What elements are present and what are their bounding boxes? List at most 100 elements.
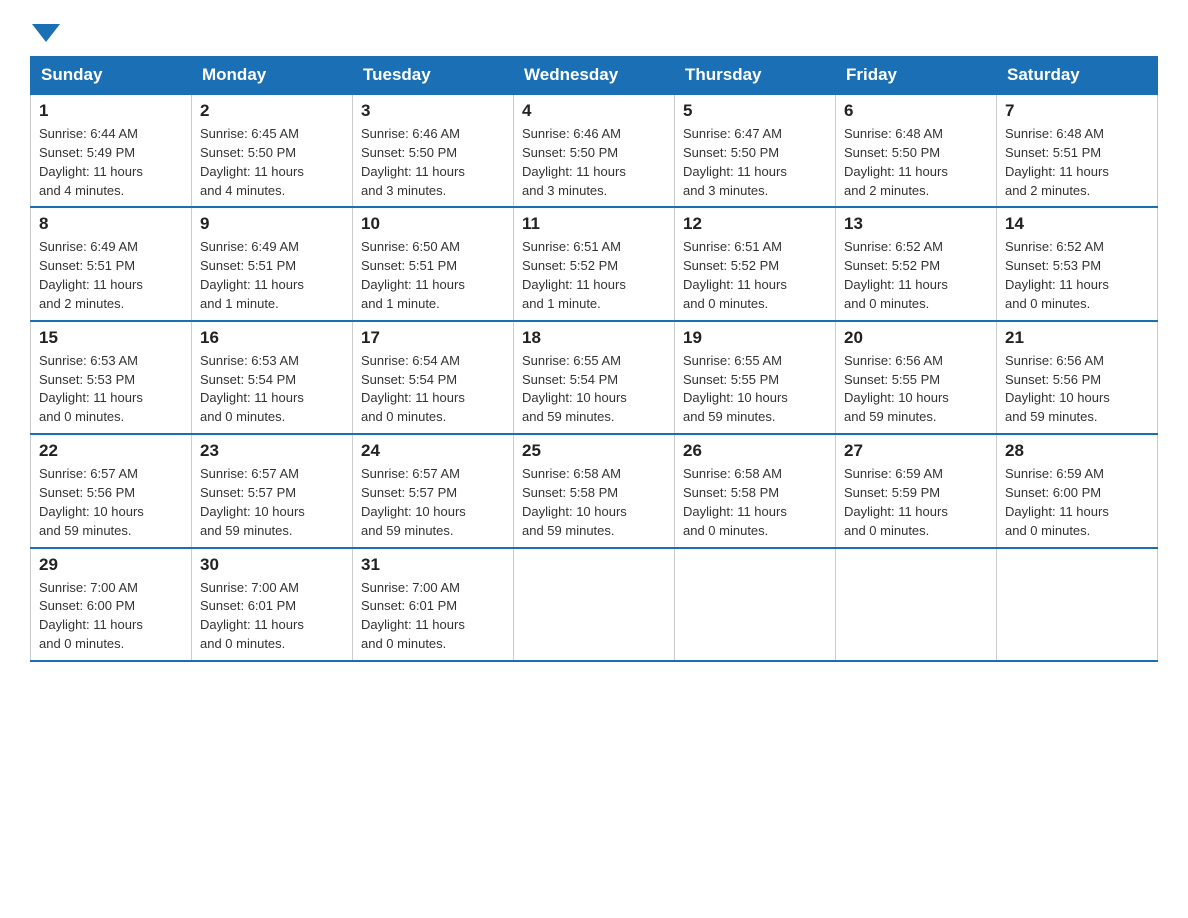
day-number: 9	[200, 214, 344, 234]
day-info: Sunrise: 6:45 AMSunset: 5:50 PMDaylight:…	[200, 125, 344, 200]
day-number: 12	[683, 214, 827, 234]
day-info: Sunrise: 6:53 AMSunset: 5:54 PMDaylight:…	[200, 352, 344, 427]
calendar-cell: 8Sunrise: 6:49 AMSunset: 5:51 PMDaylight…	[31, 207, 192, 320]
header-thursday: Thursday	[675, 57, 836, 95]
calendar-cell	[514, 548, 675, 661]
day-info: Sunrise: 7:00 AMSunset: 6:01 PMDaylight:…	[200, 579, 344, 654]
day-info: Sunrise: 6:56 AMSunset: 5:55 PMDaylight:…	[844, 352, 988, 427]
day-info: Sunrise: 6:59 AMSunset: 6:00 PMDaylight:…	[1005, 465, 1149, 540]
calendar-week-row: 29 Sunrise: 7:00 AMSunset: 6:00 PMDayligh…	[31, 548, 1158, 661]
day-info: Sunrise: 6:53 AMSunset: 5:53 PMDaylight:…	[39, 352, 183, 427]
header-friday: Friday	[836, 57, 997, 95]
day-number: 26	[683, 441, 827, 461]
day-number: 5	[683, 101, 827, 121]
calendar-cell: 29 Sunrise: 7:00 AMSunset: 6:00 PMDayligh…	[31, 548, 192, 661]
calendar-cell: 12 Sunrise: 6:51 AMSunset: 5:52 PMDayligh…	[675, 207, 836, 320]
day-number: 25	[522, 441, 666, 461]
day-number: 2	[200, 101, 344, 121]
day-number: 17	[361, 328, 505, 348]
day-info: Sunrise: 7:00 AMSunset: 6:01 PMDaylight:…	[361, 579, 505, 654]
calendar-cell: 27 Sunrise: 6:59 AMSunset: 5:59 PMDayligh…	[836, 434, 997, 547]
day-info: Sunrise: 6:51 AMSunset: 5:52 PMDaylight:…	[683, 238, 827, 313]
day-number: 3	[361, 101, 505, 121]
calendar-cell: 30 Sunrise: 7:00 AMSunset: 6:01 PMDayligh…	[192, 548, 353, 661]
calendar-cell: 4 Sunrise: 6:46 AMSunset: 5:50 PMDaylight…	[514, 94, 675, 207]
day-number: 10	[361, 214, 505, 234]
calendar-week-row: 8 Sunrise: 6:49 AMSunset: 5:51 PMDaylight…	[31, 207, 1158, 320]
calendar-cell: 31Sunrise: 7:00 AMSunset: 6:01 PMDayligh…	[353, 548, 514, 661]
day-number: 1	[39, 101, 183, 121]
day-info: Sunrise: 6:57 AMSunset: 5:57 PMDaylight:…	[200, 465, 344, 540]
calendar-cell: 21 Sunrise: 6:56 AMSunset: 5:56 PMDayligh…	[997, 321, 1158, 434]
calendar-cell: 20Sunrise: 6:56 AMSunset: 5:55 PMDayligh…	[836, 321, 997, 434]
calendar-cell: 9 Sunrise: 6:49 AMSunset: 5:51 PMDaylight…	[192, 207, 353, 320]
day-info: Sunrise: 6:49 AMSunset: 5:51 PMDaylight:…	[200, 238, 344, 313]
day-number: 21	[1005, 328, 1149, 348]
calendar-cell	[997, 548, 1158, 661]
day-number: 22	[39, 441, 183, 461]
calendar-cell: 22Sunrise: 6:57 AMSunset: 5:56 PMDayligh…	[31, 434, 192, 547]
day-info: Sunrise: 6:48 AMSunset: 5:50 PMDaylight:…	[844, 125, 988, 200]
logo-arrow-icon	[32, 24, 60, 42]
calendar-cell: 19 Sunrise: 6:55 AMSunset: 5:55 PMDayligh…	[675, 321, 836, 434]
header-sunday: Sunday	[31, 57, 192, 95]
calendar-cell: 14Sunrise: 6:52 AMSunset: 5:53 PMDayligh…	[997, 207, 1158, 320]
header-tuesday: Tuesday	[353, 57, 514, 95]
day-info: Sunrise: 6:48 AMSunset: 5:51 PMDaylight:…	[1005, 125, 1149, 200]
calendar-cell: 11Sunrise: 6:51 AMSunset: 5:52 PMDayligh…	[514, 207, 675, 320]
calendar-cell: 24 Sunrise: 6:57 AMSunset: 5:57 PMDayligh…	[353, 434, 514, 547]
day-number: 11	[522, 214, 666, 234]
day-number: 18	[522, 328, 666, 348]
day-number: 8	[39, 214, 183, 234]
calendar-cell: 23 Sunrise: 6:57 AMSunset: 5:57 PMDayligh…	[192, 434, 353, 547]
day-info: Sunrise: 6:54 AMSunset: 5:54 PMDaylight:…	[361, 352, 505, 427]
day-number: 27	[844, 441, 988, 461]
calendar-cell: 7 Sunrise: 6:48 AMSunset: 5:51 PMDaylight…	[997, 94, 1158, 207]
calendar-cell: 25 Sunrise: 6:58 AMSunset: 5:58 PMDayligh…	[514, 434, 675, 547]
day-number: 4	[522, 101, 666, 121]
day-info: Sunrise: 6:56 AMSunset: 5:56 PMDaylight:…	[1005, 352, 1149, 427]
day-info: Sunrise: 6:46 AMSunset: 5:50 PMDaylight:…	[522, 125, 666, 200]
day-number: 30	[200, 555, 344, 575]
day-info: Sunrise: 6:46 AMSunset: 5:50 PMDaylight:…	[361, 125, 505, 200]
day-number: 6	[844, 101, 988, 121]
day-number: 24	[361, 441, 505, 461]
calendar-cell: 28Sunrise: 6:59 AMSunset: 6:00 PMDayligh…	[997, 434, 1158, 547]
calendar-cell: 3 Sunrise: 6:46 AMSunset: 5:50 PMDaylight…	[353, 94, 514, 207]
day-info: Sunrise: 6:58 AMSunset: 5:58 PMDaylight:…	[522, 465, 666, 540]
calendar-cell: 15Sunrise: 6:53 AMSunset: 5:53 PMDayligh…	[31, 321, 192, 434]
day-number: 19	[683, 328, 827, 348]
day-info: Sunrise: 7:00 AMSunset: 6:00 PMDaylight:…	[39, 579, 183, 654]
page-header	[30, 20, 1158, 36]
day-number: 23	[200, 441, 344, 461]
day-info: Sunrise: 6:52 AMSunset: 5:53 PMDaylight:…	[1005, 238, 1149, 313]
calendar-cell: 2 Sunrise: 6:45 AMSunset: 5:50 PMDaylight…	[192, 94, 353, 207]
day-info: Sunrise: 6:50 AMSunset: 5:51 PMDaylight:…	[361, 238, 505, 313]
logo	[30, 20, 62, 36]
day-info: Sunrise: 6:47 AMSunset: 5:50 PMDaylight:…	[683, 125, 827, 200]
calendar-week-row: 22Sunrise: 6:57 AMSunset: 5:56 PMDayligh…	[31, 434, 1158, 547]
day-info: Sunrise: 6:57 AMSunset: 5:57 PMDaylight:…	[361, 465, 505, 540]
day-info: Sunrise: 6:55 AMSunset: 5:55 PMDaylight:…	[683, 352, 827, 427]
day-info: Sunrise: 6:59 AMSunset: 5:59 PMDaylight:…	[844, 465, 988, 540]
calendar-cell: 1Sunrise: 6:44 AMSunset: 5:49 PMDaylight…	[31, 94, 192, 207]
header-saturday: Saturday	[997, 57, 1158, 95]
calendar-cell: 16 Sunrise: 6:53 AMSunset: 5:54 PMDayligh…	[192, 321, 353, 434]
header-monday: Monday	[192, 57, 353, 95]
calendar-week-row: 1Sunrise: 6:44 AMSunset: 5:49 PMDaylight…	[31, 94, 1158, 207]
calendar-cell: 18 Sunrise: 6:55 AMSunset: 5:54 PMDayligh…	[514, 321, 675, 434]
calendar-week-row: 15Sunrise: 6:53 AMSunset: 5:53 PMDayligh…	[31, 321, 1158, 434]
calendar-cell: 10 Sunrise: 6:50 AMSunset: 5:51 PMDayligh…	[353, 207, 514, 320]
day-number: 16	[200, 328, 344, 348]
calendar-table: SundayMondayTuesdayWednesdayThursdayFrid…	[30, 56, 1158, 662]
header-wednesday: Wednesday	[514, 57, 675, 95]
day-number: 29	[39, 555, 183, 575]
calendar-cell: 5 Sunrise: 6:47 AMSunset: 5:50 PMDaylight…	[675, 94, 836, 207]
day-number: 7	[1005, 101, 1149, 121]
day-info: Sunrise: 6:58 AMSunset: 5:58 PMDaylight:…	[683, 465, 827, 540]
calendar-cell	[836, 548, 997, 661]
day-info: Sunrise: 6:52 AMSunset: 5:52 PMDaylight:…	[844, 238, 988, 313]
calendar-cell: 17 Sunrise: 6:54 AMSunset: 5:54 PMDayligh…	[353, 321, 514, 434]
day-info: Sunrise: 6:55 AMSunset: 5:54 PMDaylight:…	[522, 352, 666, 427]
calendar-header-row: SundayMondayTuesdayWednesdayThursdayFrid…	[31, 57, 1158, 95]
